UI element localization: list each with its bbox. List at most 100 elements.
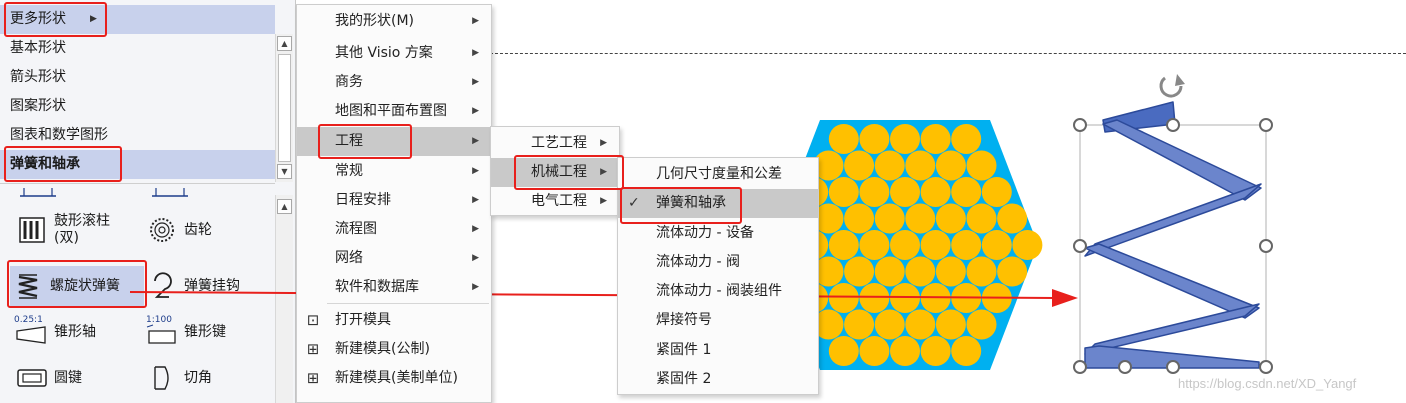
menu-label: 软件和数据库 [335,279,419,295]
drag-arrow [130,289,1078,307]
menu-label: 电气工程 [531,193,587,209]
menu-item-open-stencil[interactable]: ⊡ 打开模具 [297,306,491,335]
submenu-arrow-icon: ▶ [472,224,479,234]
menu-item-my-shapes[interactable]: 我的形状(M) ▶ [297,7,491,36]
bearing-ball [920,124,951,154]
new-stencil-icon: ⊞ [306,369,320,387]
category-arrow-shapes[interactable]: 箭头形状 [0,63,275,92]
scroll-thumb[interactable] [278,54,291,162]
shape-tapered-key[interactable]: 1:100 锥形键 [144,312,269,352]
submenu-arrow-icon: ▶ [472,16,479,26]
bearing-ball [951,230,982,260]
menu-item-welding-symbols[interactable]: 焊接符号 [618,306,818,335]
menu-item-fluid-power-equipment[interactable]: 流体动力 - 设备 [618,219,818,248]
bearing-ball [935,203,966,234]
partial-shape-icon [152,188,188,197]
menu-item-network[interactable]: 网络 ▶ [297,244,491,273]
category-springs-bearings[interactable]: 弹簧和轴承 [0,150,275,179]
submenu-arrow-icon: ▶ [600,196,607,206]
bearing-ball [844,203,875,234]
watermark: https://blog.csdn.net/XD_Yangf [1178,376,1357,391]
shape-tapered-shaft[interactable]: 0.25:1 锥形轴 [14,312,139,352]
round-key-icon [14,363,50,393]
menu-separator [327,303,489,304]
submenu-arrow-icon: ▶ [600,167,607,177]
bearing-ball [951,177,982,207]
bearing-ball [935,150,966,181]
shape-label: 齿轮 [184,221,212,238]
submenu-arrow-icon: ▶ [472,166,479,176]
shape-label: 鼓形滚柱 (双) [54,213,110,246]
menu-item-general[interactable]: 常规 ▶ [297,157,491,186]
menu-label: 紧固件 1 [656,342,712,358]
scroll-up-icon[interactable]: ▲ [277,199,292,214]
submenu-arrow-icon: ▶ [600,138,607,148]
rotate-handle-icon[interactable] [1159,74,1185,98]
shape-chamfer[interactable]: 切角 [144,358,269,398]
shape-round-key[interactable]: 圆键 [14,358,139,398]
menu-item-maps-floorplans[interactable]: 地图和平面布置图 ▶ [297,97,491,126]
bearing-ball [905,203,936,234]
shape-helical-spring[interactable]: 螺旋状弹簧 [10,266,144,306]
category-more-shapes[interactable]: 更多形状 ▶ [0,5,275,34]
bearing-ball [859,177,890,207]
tapered-key-icon: 1:100 [144,315,180,347]
menu-item-engineering[interactable]: 工程 ▶ [297,127,491,156]
bearing-ball [981,177,1012,207]
menu-item-fluid-power-valve-assembly[interactable]: 流体动力 - 阀装组件 [618,277,818,299]
bearing-ball [874,203,905,234]
bearing-ball [828,124,859,154]
menu-item-electrical-engineering[interactable]: 电气工程 ▶ [491,187,619,216]
bearing-ball [1012,230,1043,260]
more-shapes-menu: 我的形状(M) ▶ 其他 Visio 方案 ▶ 商务 ▶ 地图和平面布置图 ▶ 工程 ▶ … [296,4,492,403]
menu-item-fasteners-1[interactable]: 紧固件 1 [618,336,818,365]
menu-item-flowchart[interactable]: 流程图 ▶ [297,215,491,244]
category-charts-math[interactable]: 图表和数学图形 [0,121,275,150]
shape-label: 锥形轴 [54,323,96,340]
menu-item-new-stencil-us[interactable]: ⊞ 新建模具(美制单位) [297,364,491,393]
menu-item-fluid-power-valves[interactable]: 流体动力 - 阀 [618,248,818,277]
partial-shape-icon [20,188,56,197]
bearing-ball [905,309,936,340]
bearing-ball [859,230,890,260]
category-pattern-shapes[interactable]: 图案形状 [0,92,275,121]
bearing-ball [844,309,875,340]
menu-item-process-engineering[interactable]: 工艺工程 ▶ [491,129,619,158]
category-scrollbar[interactable]: ▲ ▼ [275,34,293,182]
menu-item-mechanical-engineering[interactable]: 机械工程 ▶ [491,158,619,187]
menu-label: 打开模具 [335,312,391,328]
taper-key-ratio-text: 1:100 [146,315,172,325]
helical-spring-shape[interactable] [1065,68,1285,388]
menu-item-business[interactable]: 商务 ▶ [297,68,491,97]
menu-label: 新建模具(美制单位) [335,370,458,386]
shape-label: 螺旋状弹簧 [50,277,120,294]
menu-item-new-stencil-metric[interactable]: ⊞ 新建模具(公制) [297,335,491,364]
submenu-arrow-icon: ▶ [472,77,479,87]
menu-item-software-db[interactable]: 软件和数据库 ▶ [297,273,491,302]
menu-item-other-visio[interactable]: 其他 Visio 方案 ▶ [297,39,491,68]
engineering-submenu: 工艺工程 ▶ 机械工程 ▶ 电气工程 ▶ [490,126,620,216]
scroll-up-icon[interactable]: ▲ [277,36,292,51]
menu-item-fasteners-2[interactable]: 紧固件 2 [618,365,818,394]
menu-label: 弹簧和轴承 [656,195,726,211]
category-basic-shapes[interactable]: 基本形状 [0,34,275,63]
checkmark-icon: ✓ [628,195,640,211]
menu-label: 流体动力 - 设备 [656,225,754,241]
scroll-down-icon[interactable]: ▼ [277,164,292,179]
new-stencil-icon: ⊞ [306,340,320,358]
bearing-ball [890,230,920,260]
submenu-arrow-icon: ▶ [472,136,479,146]
menu-item-springs-bearings[interactable]: ✓ 弹簧和轴承 [618,189,818,218]
menu-item-gdt[interactable]: 几何尺寸度量和公差 [618,160,818,189]
menu-label: 其他 Visio 方案 [335,45,433,61]
bearing-ball [844,150,875,181]
menu-label: 网络 [335,250,363,266]
spring-coils [1084,101,1262,369]
bearing-ball [966,203,997,234]
menu-label: 流程图 [335,221,377,237]
open-stencil-icon: ⊡ [306,311,320,329]
shape-drum-roller-double[interactable]: 鼓形滚柱 (双) [14,210,139,250]
bearing-ball [890,177,920,207]
shape-gear[interactable]: 齿轮 [144,210,269,250]
menu-item-schedule[interactable]: 日程安排 ▶ [297,186,491,215]
